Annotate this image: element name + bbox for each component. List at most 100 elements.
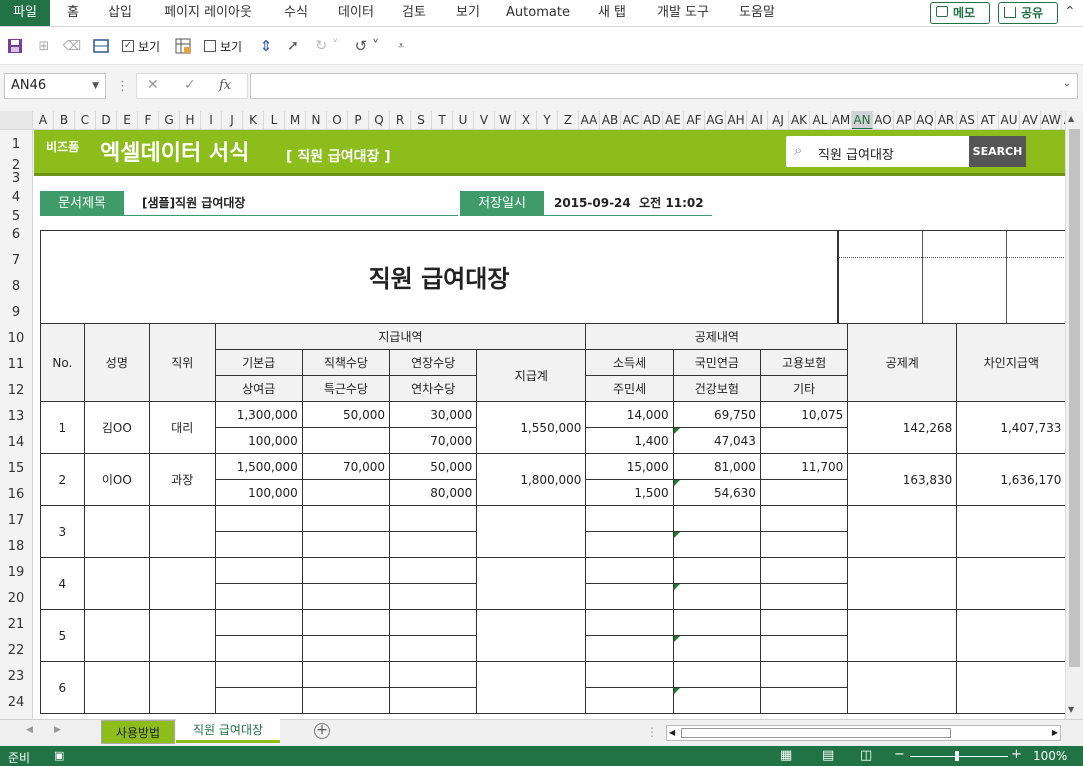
column-header[interactable]: AR <box>936 111 957 129</box>
zoom-slider-thumb[interactable] <box>955 751 959 761</box>
next-sheet-icon[interactable]: ▶ <box>54 725 61 735</box>
zoom-in-icon[interactable]: + <box>1011 747 1022 762</box>
column-header[interactable]: AI <box>747 111 768 129</box>
column-header[interactable]: W <box>495 111 516 129</box>
row-header[interactable]: 19 <box>0 560 32 586</box>
search-input[interactable]: ⌕ 직원 급여대장 <box>786 136 970 167</box>
cell-overtime[interactable]: 50,000 <box>389 453 478 480</box>
cell-income_tax[interactable] <box>585 505 674 532</box>
cell-position[interactable] <box>149 661 216 714</box>
vertical-scrollbar[interactable]: ▲ ▼ <box>1065 111 1083 719</box>
prev-sheet-icon[interactable]: ◀ <box>26 725 33 735</box>
cancel-icon[interactable]: ✕ <box>147 77 159 93</box>
cell-no[interactable]: 2 <box>40 453 85 506</box>
cell-net[interactable] <box>956 505 1065 558</box>
worksheet[interactable]: 비즈폼 엑셀데이터 서식 [ 직원 급여대장 ] ⌕ 직원 급여대장 SEARC… <box>34 130 1065 719</box>
column-header[interactable]: Y <box>537 111 558 129</box>
column-header[interactable]: AF <box>684 111 705 129</box>
cell-overtime[interactable]: 30,000 <box>389 401 478 428</box>
cell-special[interactable] <box>301 427 391 454</box>
cell-net[interactable] <box>956 661 1065 714</box>
row-header[interactable]: 20 <box>0 586 32 612</box>
accessibility-icon[interactable]: ▣ <box>54 749 64 762</box>
enter-icon[interactable]: ✓ <box>184 77 196 93</box>
cell-bonus[interactable] <box>214 687 303 714</box>
tab-view[interactable]: 보기 <box>446 0 490 26</box>
cell-base[interactable]: 1,500,000 <box>214 453 303 480</box>
cell-pay-total[interactable] <box>476 557 587 610</box>
cell-position[interactable]: 과장 <box>149 453 216 506</box>
column-header[interactable]: AJ <box>768 111 789 129</box>
cell-duty[interactable]: 50,000 <box>301 401 391 428</box>
zoom-level[interactable]: 100% <box>1033 749 1067 763</box>
column-header[interactable]: G <box>159 111 180 129</box>
cell-other[interactable] <box>759 531 849 558</box>
cell-resident_tax[interactable]: 1,400 <box>585 427 674 454</box>
column-header[interactable]: V <box>474 111 495 129</box>
cell-deduct-total[interactable]: 163,830 <box>847 453 958 506</box>
cell-duty[interactable] <box>301 505 391 532</box>
cell-special[interactable] <box>301 531 391 558</box>
page-break-icon[interactable]: ◫ <box>860 748 872 763</box>
freeze-icon[interactable] <box>90 35 112 57</box>
cell-base[interactable] <box>214 609 303 636</box>
cell-base[interactable]: 1,300,000 <box>214 401 303 428</box>
share-button[interactable]: 공유 <box>998 2 1058 24</box>
column-header[interactable]: AD <box>642 111 663 129</box>
column-header[interactable]: AS <box>957 111 978 129</box>
cell-duty[interactable] <box>301 661 391 688</box>
cell-deduct-total[interactable] <box>847 661 958 714</box>
row-height-icon[interactable]: ⇕ <box>256 35 276 57</box>
cell-other[interactable] <box>759 635 849 662</box>
column-header[interactable]: D <box>96 111 117 129</box>
cell-no[interactable]: 5 <box>40 609 85 662</box>
column-header[interactable]: C <box>75 111 96 129</box>
scroll-up-icon[interactable]: ▲ <box>1068 114 1074 123</box>
expand-formula-icon[interactable]: ⌄ <box>1063 78 1071 89</box>
redo-icon[interactable]: ↻ ˅ <box>312 35 342 57</box>
cell-employment[interactable]: 11,700 <box>759 453 849 480</box>
sheet-tab-usage[interactable]: 사용방법 <box>101 720 175 744</box>
cell-pension[interactable]: 81,000 <box>672 453 761 480</box>
row-header[interactable]: 7 <box>0 248 32 274</box>
cell-special[interactable] <box>301 479 391 506</box>
cell-pension[interactable]: 69,750 <box>672 401 761 428</box>
horizontal-scrollbar[interactable]: ◀ ▶ <box>666 725 1061 741</box>
heading-toggle[interactable]: 보기 <box>200 35 246 57</box>
add-sheet-icon[interactable]: + <box>314 723 330 739</box>
cell-name[interactable] <box>83 505 151 558</box>
tab-page-layout[interactable]: 페이지 레이아웃 <box>152 0 264 26</box>
column-header[interactable]: AK <box>789 111 810 129</box>
cell-health[interactable] <box>672 583 761 610</box>
cell-name[interactable] <box>83 609 151 662</box>
row-header[interactable]: 12 <box>0 378 32 404</box>
row-header[interactable]: 24 <box>0 690 32 716</box>
row-header[interactable]: 9 <box>0 300 32 326</box>
formula-warning-marker[interactable] <box>674 480 680 486</box>
row-header[interactable]: 6 <box>0 222 32 248</box>
row-header[interactable]: 18 <box>0 534 32 560</box>
zoom-slider[interactable] <box>910 756 1008 757</box>
cell-other[interactable] <box>759 427 849 454</box>
formula-warning-marker[interactable] <box>674 636 680 642</box>
customize-qat-icon[interactable]: ⩡ <box>392 35 410 57</box>
cell-health[interactable]: 47,043 <box>672 427 761 454</box>
h-scroll-thumb[interactable] <box>681 728 951 738</box>
cell-net[interactable] <box>956 609 1065 662</box>
cell-resident_tax[interactable] <box>585 531 674 558</box>
column-header[interactable]: L <box>264 111 285 129</box>
column-header[interactable]: M <box>285 111 306 129</box>
search-button[interactable]: SEARCH <box>969 136 1026 167</box>
gridline-toggle[interactable]: ✓ 보기 <box>118 35 164 57</box>
cell-income_tax[interactable] <box>585 609 674 636</box>
cell-health[interactable] <box>672 635 761 662</box>
column-header[interactable]: I <box>201 111 222 129</box>
row-header[interactable]: 16 <box>0 482 32 508</box>
tab-formulas[interactable]: 수식 <box>276 0 316 26</box>
cell-bonus[interactable]: 100,000 <box>214 479 303 506</box>
cell-net[interactable]: 1,407,733 <box>956 401 1065 454</box>
column-header[interactable]: A <box>33 111 54 129</box>
cell-position[interactable] <box>149 609 216 662</box>
zoom-out-icon[interactable]: − <box>894 747 905 762</box>
scroll-down-icon[interactable]: ▼ <box>1068 705 1074 714</box>
